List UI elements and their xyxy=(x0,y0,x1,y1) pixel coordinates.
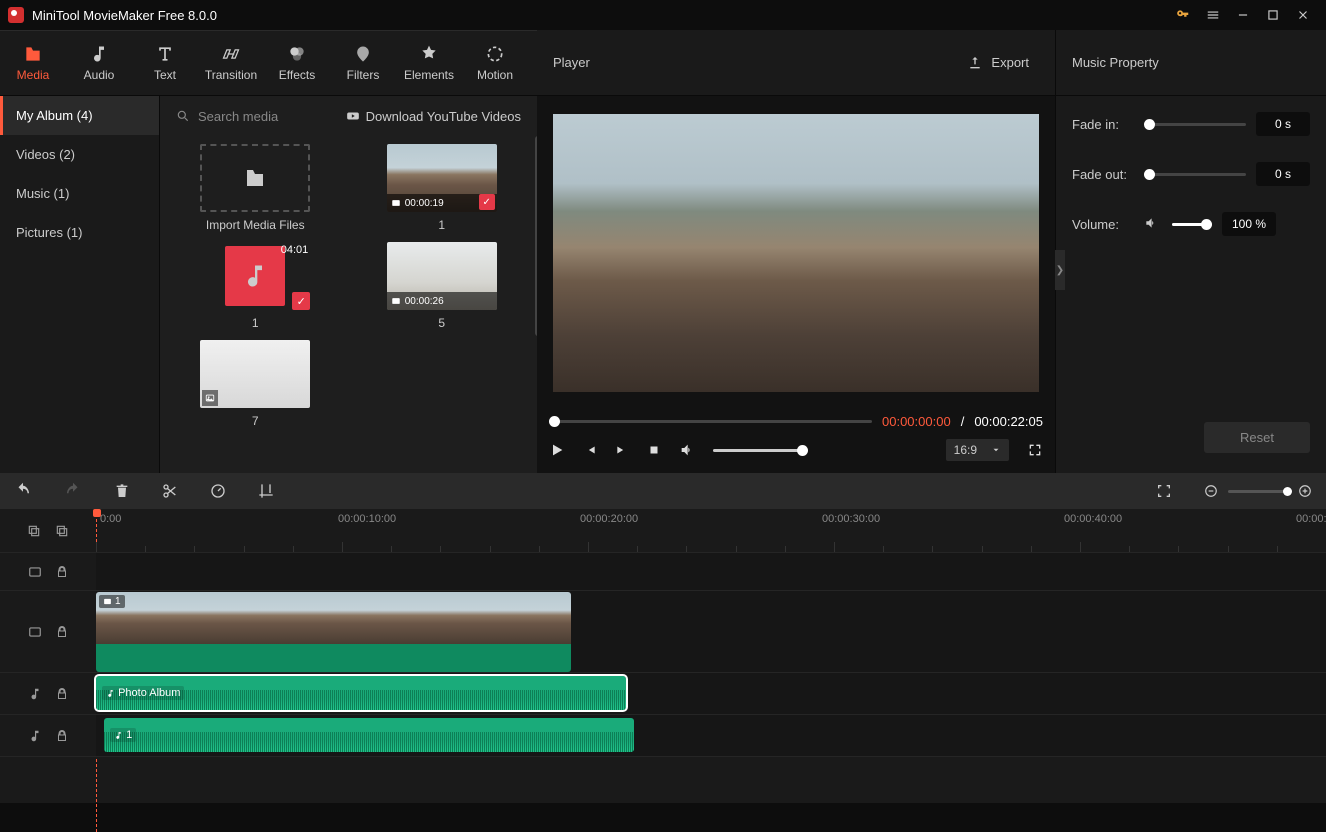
zoom-slider[interactable] xyxy=(1228,490,1288,493)
add-track-icon[interactable] xyxy=(27,524,41,538)
crop-button[interactable] xyxy=(258,483,274,499)
album-sidebar: My Album (4) Videos (2) Music (1) Pictur… xyxy=(0,96,160,473)
sidebar-item-music[interactable]: Music (1) xyxy=(0,174,159,213)
time-ruler[interactable]: 0:00 00:00:10:00 00:00:20:00 00:00:30:00… xyxy=(96,509,1326,553)
timeline: 0:00 00:00:10:00 00:00:20:00 00:00:30:00… xyxy=(0,509,1326,803)
fit-timeline-button[interactable] xyxy=(1156,483,1172,499)
split-button[interactable] xyxy=(162,483,178,499)
track-video[interactable]: 1 xyxy=(96,591,1326,673)
fade-in-label: Fade in: xyxy=(1072,117,1134,132)
volume-value[interactable]: 100 % xyxy=(1222,212,1276,236)
lock-icon[interactable] xyxy=(56,566,68,578)
tab-media[interactable]: Media xyxy=(0,31,66,95)
track-head-overlay xyxy=(0,553,96,591)
music-icon xyxy=(28,687,42,701)
sidebar-item-pictures[interactable]: Pictures (1) xyxy=(0,213,159,252)
check-icon: ✓ xyxy=(292,292,310,310)
maximize-icon[interactable] xyxy=(1258,0,1288,30)
download-youtube-link[interactable]: Download YouTube Videos xyxy=(346,109,521,124)
property-panel: Music Property Fade in: 0 s Fade out: 0 … xyxy=(1055,30,1326,473)
track-head-audio-2 xyxy=(0,715,96,757)
property-title: Music Property xyxy=(1056,30,1326,96)
video-preview[interactable] xyxy=(553,114,1039,392)
media-item[interactable]: 00:00:19 ✓ 1 xyxy=(363,144,522,232)
tab-filters[interactable]: Filters xyxy=(330,31,396,95)
fade-in-value[interactable]: 0 s xyxy=(1256,112,1310,136)
tab-effects[interactable]: Effects xyxy=(264,31,330,95)
time-current: 00:00:00:00 xyxy=(882,414,951,429)
close-icon[interactable] xyxy=(1288,0,1318,30)
tab-text[interactable]: Text xyxy=(132,31,198,95)
app-title: MiniTool MovieMaker Free 8.0.0 xyxy=(32,8,217,23)
media-panel: Search media Download YouTube Videos Imp… xyxy=(160,96,537,473)
media-item[interactable]: 7 xyxy=(176,340,335,428)
zoom-out-button[interactable] xyxy=(1204,484,1218,498)
video-clip[interactable]: 1 xyxy=(96,592,571,672)
delete-button[interactable] xyxy=(114,483,130,499)
lock-icon[interactable] xyxy=(56,730,68,742)
tab-audio[interactable]: Audio xyxy=(66,31,132,95)
zoom-in-button[interactable] xyxy=(1298,484,1312,498)
lock-icon[interactable] xyxy=(56,688,68,700)
player-title: Player xyxy=(553,55,590,70)
time-total: 00:00:22:05 xyxy=(974,414,1043,429)
titlebar: MiniTool MovieMaker Free 8.0.0 xyxy=(0,0,1326,30)
tab-elements[interactable]: Elements xyxy=(396,31,462,95)
seek-slider[interactable] xyxy=(549,420,872,423)
track-head-video xyxy=(0,591,96,673)
import-media-tile[interactable]: Import Media Files xyxy=(176,144,335,232)
track-overlay[interactable] xyxy=(96,553,1326,591)
fade-out-slider[interactable] xyxy=(1144,173,1246,176)
ruler-head xyxy=(0,509,96,553)
search-input[interactable]: Search media xyxy=(176,109,338,124)
music-icon xyxy=(28,729,42,743)
export-button[interactable]: Export xyxy=(957,49,1039,77)
track-head-audio-1 xyxy=(0,673,96,715)
collapse-panel-button[interactable]: ❯ xyxy=(1055,250,1065,290)
app-logo xyxy=(8,7,24,23)
prev-frame-button[interactable] xyxy=(583,443,597,457)
volume-icon[interactable] xyxy=(679,442,695,458)
undo-button[interactable] xyxy=(14,482,32,500)
tab-motion[interactable]: Motion xyxy=(462,31,528,95)
media-item[interactable]: 00:00:26 5 xyxy=(363,242,522,330)
track-audio-2[interactable]: 1 xyxy=(96,715,1326,757)
film-icon xyxy=(28,625,42,639)
volume-slider[interactable] xyxy=(1172,223,1212,226)
speed-button[interactable] xyxy=(210,483,226,499)
volume-label: Volume: xyxy=(1072,217,1134,232)
top-toolbar: Media Audio Text Transition Effects Filt… xyxy=(0,30,537,96)
volume-icon xyxy=(1144,216,1158,233)
sidebar-item-my-album[interactable]: My Album (4) xyxy=(0,96,159,135)
fade-in-slider[interactable] xyxy=(1144,123,1246,126)
next-frame-button[interactable] xyxy=(615,443,629,457)
hamburger-menu-icon[interactable] xyxy=(1198,0,1228,30)
audio-clip[interactable]: 1 xyxy=(104,718,634,752)
film-icon xyxy=(28,565,42,579)
tab-transition[interactable]: Transition xyxy=(198,31,264,95)
player-panel: Player Export 00:00:00:00 / 00:00:22:05 … xyxy=(537,30,1055,473)
fullscreen-button[interactable] xyxy=(1027,442,1043,458)
lock-icon[interactable] xyxy=(56,626,68,638)
media-item[interactable]: 04:01 ✓ 1 xyxy=(176,242,335,330)
redo-button[interactable] xyxy=(64,482,82,500)
sidebar-item-videos[interactable]: Videos (2) xyxy=(0,135,159,174)
aspect-ratio-select[interactable]: 16:9 xyxy=(946,439,1009,461)
fade-out-label: Fade out: xyxy=(1072,167,1134,182)
audio-clip[interactable]: Photo Album xyxy=(96,676,626,710)
play-button[interactable] xyxy=(549,442,565,458)
fade-out-value[interactable]: 0 s xyxy=(1256,162,1310,186)
check-icon: ✓ xyxy=(479,194,495,210)
track-audio-1[interactable]: Photo Album xyxy=(96,673,1326,715)
minimize-icon[interactable] xyxy=(1228,0,1258,30)
remove-track-icon[interactable] xyxy=(55,524,69,538)
image-icon xyxy=(202,390,218,406)
volume-slider[interactable] xyxy=(713,449,803,452)
reset-button[interactable]: Reset xyxy=(1204,422,1310,453)
upgrade-key-icon[interactable] xyxy=(1168,0,1198,30)
stop-button[interactable] xyxy=(647,443,661,457)
timeline-toolbar xyxy=(0,473,1326,509)
